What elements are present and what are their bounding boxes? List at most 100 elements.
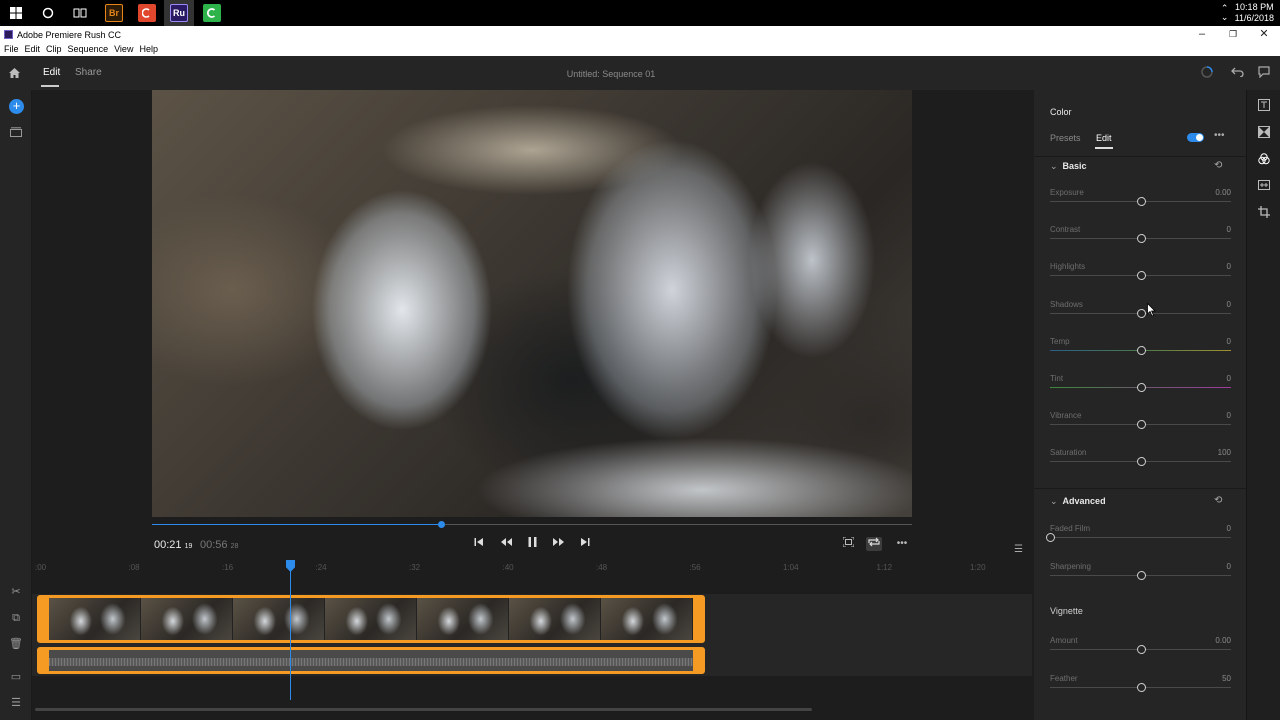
slider-track-highlights[interactable]: [1050, 271, 1231, 281]
color-enable-toggle[interactable]: [1187, 133, 1204, 142]
close-window-button[interactable]: ✕: [1249, 27, 1279, 42]
timeline-menu-icon[interactable]: ☰: [1014, 544, 1024, 555]
panel-more-icon[interactable]: •••: [1214, 130, 1225, 141]
pause-icon[interactable]: [525, 537, 539, 551]
video-clip[interactable]: [37, 595, 705, 643]
section-basic-header[interactable]: ⌄ Basic: [1050, 161, 1087, 172]
slider-knob-tint[interactable]: [1136, 383, 1146, 392]
creative-cloud-app-icon[interactable]: [138, 4, 156, 22]
slider-knob-temp[interactable]: [1136, 345, 1146, 355]
program-monitor: 00:21 19 00:56 28 •••: [32, 90, 1034, 560]
color-icon[interactable]: [1257, 153, 1271, 167]
slider-value-amount[interactable]: 0.00: [1184, 636, 1231, 645]
camtasia-app-icon[interactable]: [203, 4, 221, 22]
slider-value-contrast[interactable]: 0: [1184, 225, 1231, 234]
fit-frame-icon[interactable]: [840, 536, 856, 551]
taskbar-clock[interactable]: 10:18 PM 11/6/2018: [1231, 2, 1280, 24]
clip-trim-handle-right[interactable]: [693, 598, 702, 640]
undo-icon[interactable]: [1230, 66, 1244, 80]
slider-track-faded-film[interactable]: [1046, 533, 1231, 542]
audio-trim-handle-right[interactable]: [693, 650, 702, 671]
menu-sequence[interactable]: Sequence: [68, 43, 109, 56]
loop-playback-icon[interactable]: [866, 537, 882, 551]
windows-start-icon[interactable]: [6, 3, 26, 23]
audio-settings-icon[interactable]: [1257, 180, 1271, 194]
cortana-search-icon[interactable]: [38, 3, 58, 23]
viewer-more-icon[interactable]: •••: [894, 537, 910, 551]
slider-track-sharpening[interactable]: [1050, 570, 1231, 580]
slider-track-contrast[interactable]: [1050, 234, 1231, 244]
slider-value-temp[interactable]: 0: [1184, 337, 1231, 346]
transitions-icon[interactable]: [1257, 126, 1271, 140]
media-panel-icon[interactable]: [9, 127, 23, 139]
slider-value-exposure[interactable]: 0.00: [1184, 188, 1231, 197]
premiere-rush-app-icon[interactable]: Ru: [170, 4, 188, 22]
slider-knob-vibrance[interactable]: [1136, 420, 1146, 430]
track-controls-icon[interactable]: ▭: [9, 671, 23, 683]
audio-clip[interactable]: [37, 647, 705, 674]
go-to-end-icon[interactable]: [578, 537, 592, 551]
slider-track-amount[interactable]: [1050, 645, 1231, 654]
menu-help[interactable]: Help: [139, 43, 158, 56]
tab-color-edit[interactable]: Edit: [1096, 133, 1112, 143]
playhead-handle[interactable]: [286, 560, 295, 572]
minimize-button[interactable]: –: [1187, 27, 1217, 42]
task-view-icon[interactable]: [70, 3, 90, 23]
slider-value-vibrance[interactable]: 0: [1184, 411, 1231, 420]
step-forward-icon[interactable]: [551, 537, 565, 551]
timeline-scrollbar[interactable]: [35, 708, 812, 711]
slider-knob-sharpening[interactable]: [1136, 570, 1146, 580]
slider-value-feather[interactable]: 50: [1184, 674, 1231, 683]
scrub-bar[interactable]: [152, 521, 912, 528]
slider-value-shadows[interactable]: 0: [1184, 300, 1231, 309]
slider-knob-amount[interactable]: [1136, 645, 1146, 654]
audio-waveform: [49, 650, 693, 671]
menu-file[interactable]: File: [4, 43, 19, 56]
delete-icon[interactable]: 🗑: [9, 638, 23, 650]
basic-reset-icon[interactable]: ⟲: [1214, 160, 1222, 171]
slider-knob-faded-film[interactable]: [1046, 533, 1055, 542]
clip-trim-handle-left[interactable]: [40, 598, 49, 640]
slider-knob-feather[interactable]: [1136, 682, 1146, 692]
slider-value-sharpening[interactable]: 0: [1184, 562, 1231, 571]
slider-value-faded-film[interactable]: 0: [1184, 524, 1231, 533]
advanced-reset-icon[interactable]: ⟲: [1214, 495, 1222, 506]
timeline[interactable]: ☰ :00:08:16:24:32:40:48:56 1:04 1:12 1:20: [32, 544, 1032, 720]
scrub-handle[interactable]: [437, 521, 445, 528]
tray-chevron-icon[interactable]: ⌃ ⌄: [1219, 4, 1231, 22]
slider-track-shadows[interactable]: [1050, 308, 1231, 318]
ruler-tick-label: 1:12: [876, 563, 893, 572]
slider-knob-contrast[interactable]: [1136, 234, 1146, 244]
restore-button[interactable]: ❐: [1218, 27, 1248, 42]
slider-knob-highlights[interactable]: [1136, 271, 1146, 281]
slider-value-tint[interactable]: 0: [1184, 374, 1231, 383]
slider-knob-saturation[interactable]: [1136, 457, 1146, 467]
audio-trim-handle-left[interactable]: [40, 650, 49, 671]
slider-track-feather[interactable]: [1050, 682, 1231, 692]
menu-edit[interactable]: Edit: [25, 43, 41, 56]
add-media-button[interactable]: +: [9, 99, 24, 114]
comments-icon[interactable]: [1257, 66, 1271, 80]
slider-knob-exposure[interactable]: [1136, 197, 1146, 206]
slider-knob-shadows[interactable]: [1136, 308, 1146, 318]
bridge-app-icon[interactable]: Br: [105, 4, 123, 22]
transform-crop-icon[interactable]: [1257, 206, 1271, 220]
split-clip-icon[interactable]: ✂: [9, 586, 23, 598]
slider-track-tint[interactable]: [1050, 383, 1231, 392]
titles-icon[interactable]: [1257, 99, 1271, 113]
menu-clip[interactable]: Clip: [46, 43, 62, 56]
tab-presets[interactable]: Presets: [1050, 133, 1081, 143]
slider-track-saturation[interactable]: [1050, 457, 1231, 467]
slider-value-saturation[interactable]: 100: [1184, 448, 1231, 457]
go-to-start-icon[interactable]: [472, 537, 486, 551]
step-back-icon[interactable]: [499, 537, 513, 551]
video-preview-waterfall[interactable]: [152, 90, 912, 517]
slider-track-exposure[interactable]: [1050, 197, 1231, 206]
slider-track-vibrance[interactable]: [1050, 420, 1231, 430]
timeline-list-icon[interactable]: ☰: [9, 697, 23, 709]
slider-value-highlights[interactable]: 0: [1184, 262, 1231, 271]
slider-track-temp[interactable]: [1050, 345, 1231, 355]
menu-view[interactable]: View: [114, 43, 133, 56]
section-advanced-header[interactable]: ⌄ Advanced: [1050, 496, 1106, 507]
duplicate-icon[interactable]: ⧉: [9, 612, 23, 624]
